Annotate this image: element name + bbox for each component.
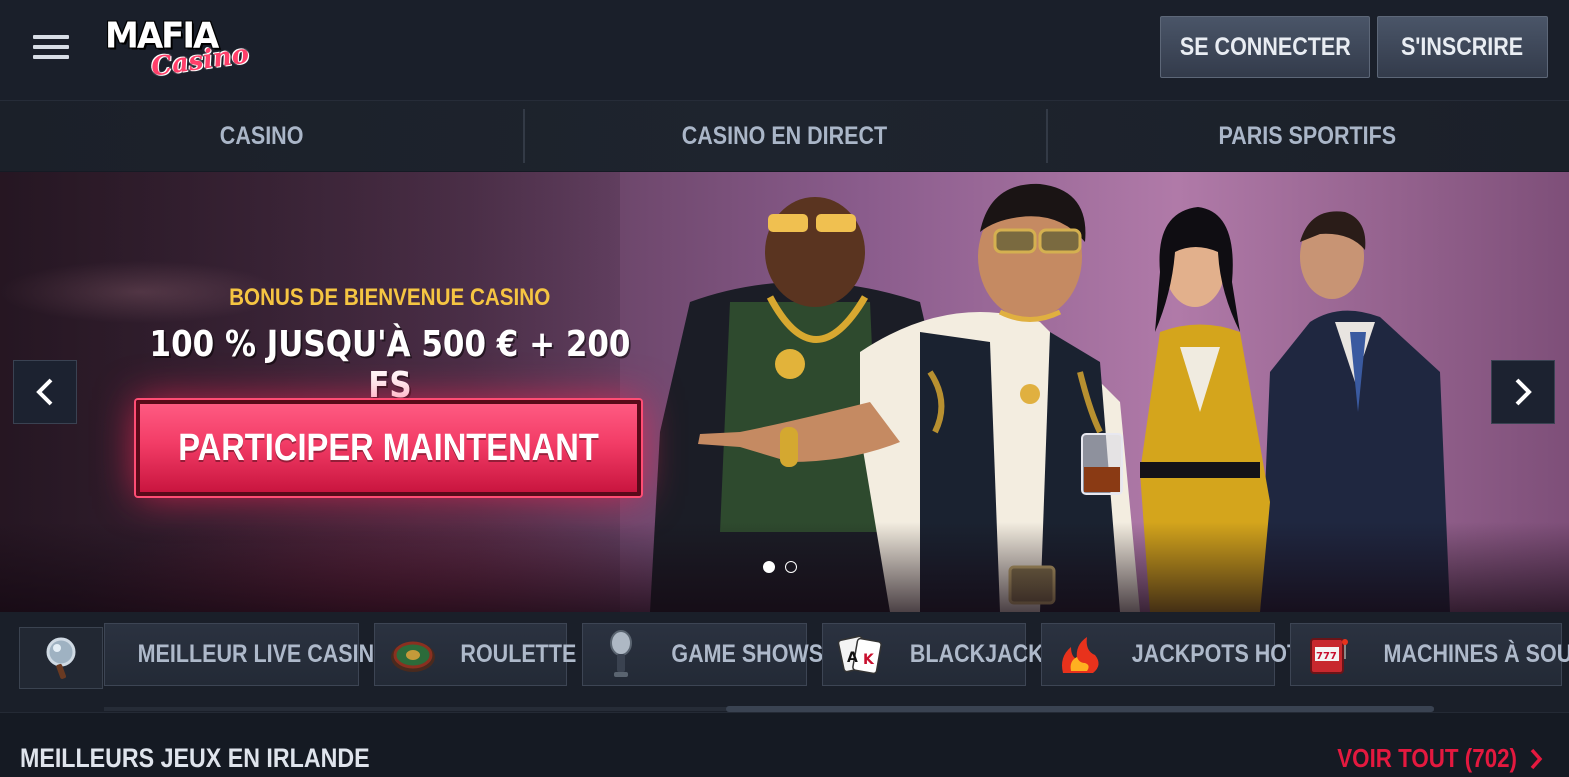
nav-item-label: CASINO	[219, 121, 304, 150]
signup-button[interactable]: S'INSCRIRE	[1377, 16, 1548, 78]
bonus-label-text: BONUS DE BIENVENUE CASINO	[229, 284, 551, 311]
carousel-prev-button[interactable]	[13, 360, 77, 424]
bonus-amount-text: 100 % JUSQU'À 500 € + 200 FS	[149, 324, 631, 406]
logo[interactable]: MAFIA Casino	[103, 15, 253, 83]
nav-item-live-casino[interactable]: CASINO EN DIRECT	[523, 101, 1046, 171]
nav-item-label: PARIS SPORTIFS	[1218, 121, 1397, 150]
magnifier-icon	[46, 637, 76, 679]
see-all-label: VOIR TOUT (702)	[1337, 743, 1517, 773]
category-bar: MEILLEUR LIVE CASINO ROULETTE GAME SHOWS	[0, 612, 1569, 712]
svg-text:A: A	[847, 650, 858, 666]
hero-banner: BONUS DE BIENVENUE CASINO 100 % JUSQU'À …	[0, 172, 1569, 612]
bonus-amount: 100 % JUSQU'À 500 € + 200 FS	[90, 324, 690, 406]
section-title-text: MEILLEURS JEUX EN IRLANDE	[20, 743, 370, 773]
login-button[interactable]: SE CONNECTER	[1160, 16, 1370, 78]
category-label: GAME SHOWS	[671, 640, 824, 668]
top-games-section: MEILLEURS JEUX EN IRLANDE VOIR TOUT (702…	[0, 712, 1569, 777]
chevron-left-icon	[36, 378, 53, 406]
roulette-icon	[385, 630, 441, 680]
carousel-next-button[interactable]	[1491, 360, 1555, 424]
category-roulette[interactable]: ROULETTE	[374, 623, 576, 686]
signup-button-label: S'INSCRIRE	[1401, 32, 1524, 61]
section-title: MEILLEURS JEUX EN IRLANDE	[20, 743, 427, 774]
site-header: MAFIA Casino SE CONNECTER S'INSCRIRE	[0, 0, 1569, 101]
playing-cards-icon: A K	[833, 630, 889, 680]
join-now-button-label: PARTICIPER MAINTENANT	[178, 426, 599, 469]
category-label: MEILLEUR LIVE CASINO	[137, 640, 391, 668]
category-game-shows[interactable]: GAME SHOWS	[582, 623, 823, 686]
bonus-label: BONUS DE BIENVENUE CASINO	[100, 284, 680, 312]
nav-item-casino[interactable]: CASINO	[0, 101, 523, 171]
category-label: JACKPOTS HOT	[1131, 640, 1301, 668]
search-button[interactable]	[19, 627, 103, 689]
carousel-dot-2[interactable]	[785, 561, 797, 573]
category-label: MACHINES À SOUS	[1383, 640, 1569, 668]
svg-text:777: 777	[1316, 651, 1337, 662]
main-nav: CASINO CASINO EN DIRECT PARIS SPORTIFS	[0, 101, 1569, 171]
category-label: BLACKJACK	[909, 640, 1044, 668]
category-blackjack[interactable]: A K BLACKJACK	[822, 623, 1044, 686]
category-label: ROULETTE	[460, 640, 577, 668]
svg-text:K: K	[863, 652, 875, 668]
category-slots[interactable]: 777 MACHINES À SOUS	[1290, 623, 1569, 686]
category-live-casino[interactable]: MEILLEUR LIVE CASINO	[104, 623, 391, 686]
flame-icon	[1052, 630, 1108, 680]
carousel-dots	[763, 561, 797, 573]
nav-item-label: CASINO EN DIRECT	[681, 121, 888, 150]
microphone-icon	[593, 629, 649, 680]
join-now-button[interactable]: PARTICIPER MAINTENANT	[136, 400, 641, 496]
category-hot-jackpots[interactable]: JACKPOTS HOT	[1041, 623, 1300, 686]
see-all-link[interactable]: VOIR TOUT (702)	[1308, 743, 1543, 774]
login-button-label: SE CONNECTER	[1179, 32, 1351, 61]
slot-machine-icon: 777	[1301, 630, 1357, 680]
chevron-right-icon	[1530, 748, 1543, 769]
chevron-right-icon	[1515, 378, 1532, 406]
carousel-dot-1[interactable]	[763, 561, 775, 573]
nav-item-sports-betting[interactable]: PARIS SPORTIFS	[1046, 101, 1569, 171]
menu-icon[interactable]	[33, 33, 71, 61]
